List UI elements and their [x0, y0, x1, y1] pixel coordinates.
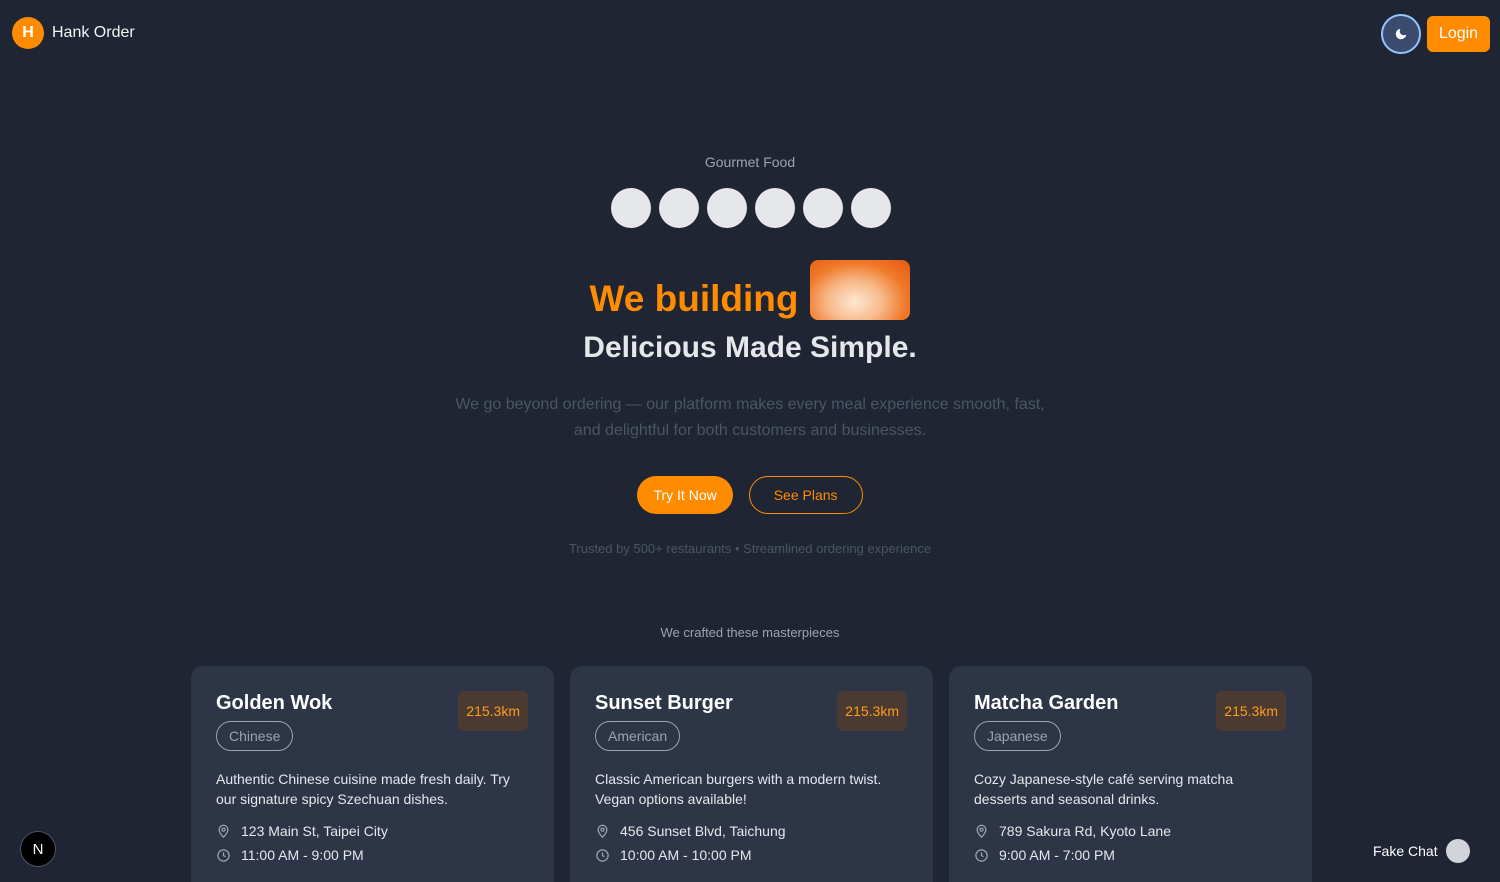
fake-chat-label[interactable]: Fake Chat — [1373, 843, 1438, 859]
hours-text: 9:00 AM - 7:00 PM — [999, 847, 1115, 863]
theme-toggle-button[interactable] — [1381, 14, 1421, 54]
address-text: 456 Sunset Blvd, Taichung — [620, 823, 786, 839]
card-address: 123 Main St, Taipei City — [216, 823, 529, 839]
hours-text: 10:00 AM - 10:00 PM — [620, 847, 752, 863]
restaurant-cards: Golden Wok 215.3km Chinese Authentic Chi… — [191, 666, 1312, 882]
brand[interactable]: H Hank Order — [12, 17, 135, 49]
card-hours: 10:00 AM - 10:00 PM — [595, 847, 908, 863]
distance-badge: 215.3km — [837, 691, 907, 731]
map-pin-icon — [218, 824, 229, 838]
map-pin-icon — [976, 824, 987, 838]
dev-tools-badge[interactable]: N — [20, 831, 56, 867]
avatar — [803, 188, 843, 228]
try-it-now-button[interactable]: Try It Now — [637, 476, 733, 514]
top-navbar: H Hank Order Login — [0, 0, 1500, 66]
distance-badge: 215.3km — [458, 691, 528, 731]
avatar — [755, 188, 795, 228]
card-description: Authentic Chinese cuisine made fresh dai… — [216, 771, 510, 807]
clock-icon — [975, 848, 988, 862]
cta-row: Try It Now See Plans — [0, 476, 1500, 514]
hero-eyebrow: Gourmet Food — [704, 154, 796, 170]
cuisine-tag: Chinese — [216, 721, 294, 751]
card-hours: 9:00 AM - 7:00 PM — [974, 847, 1287, 863]
card-hours: 11:00 AM - 9:00 PM — [216, 847, 529, 863]
avatar — [611, 188, 651, 228]
brand-name[interactable]: Hank Order — [52, 24, 135, 42]
hero-subheadline: Delicious Made Simple. — [583, 331, 917, 364]
headline-food-image — [810, 260, 911, 320]
fake-chat-launcher[interactable]: Fake Chat — [1373, 839, 1470, 863]
card-address: 456 Sunset Blvd, Taichung — [595, 823, 908, 839]
avatar-row — [611, 188, 891, 228]
headline-text: We building — [589, 278, 799, 319]
section-label: We crafted these masterpieces — [660, 625, 840, 640]
hero-headline: We building — [0, 260, 1500, 320]
address-text: 789 Sakura Rd, Kyoto Lane — [999, 823, 1172, 839]
cuisine-tag: American — [595, 721, 681, 751]
restaurant-card[interactable]: Sunset Burger 215.3km American Classic A… — [570, 666, 933, 882]
moon-icon — [1395, 28, 1407, 40]
map-pin-icon — [597, 824, 608, 838]
avatar — [707, 188, 747, 228]
brand-logo[interactable]: H — [12, 17, 44, 49]
clock-icon — [217, 848, 230, 862]
see-plans-button[interactable]: See Plans — [748, 476, 863, 514]
distance-badge: 215.3km — [1216, 691, 1286, 731]
avatar — [659, 188, 699, 228]
cuisine-tag: Japanese — [974, 721, 1061, 751]
restaurant-card[interactable]: Matcha Garden 215.3km Japanese Cozy Japa… — [949, 666, 1312, 882]
login-button[interactable]: Login — [1427, 16, 1490, 52]
hours-text: 11:00 AM - 9:00 PM — [241, 847, 364, 863]
card-description: Classic American burgers with a modern t… — [595, 771, 882, 807]
avatar — [851, 188, 891, 228]
card-address: 789 Sakura Rd, Kyoto Lane — [974, 823, 1287, 839]
trust-line: Trusted by 500+ restaurants • Streamline… — [568, 541, 932, 556]
restaurant-card[interactable]: Golden Wok 215.3km Chinese Authentic Chi… — [191, 666, 554, 882]
hero-description: We go beyond ordering — our platform mak… — [455, 396, 1045, 439]
chat-avatar-icon[interactable] — [1445, 839, 1470, 863]
clock-icon — [596, 848, 609, 862]
card-description: Cozy Japanese-style café serving matcha … — [974, 771, 1234, 807]
address-text: 123 Main St, Taipei City — [241, 823, 388, 839]
